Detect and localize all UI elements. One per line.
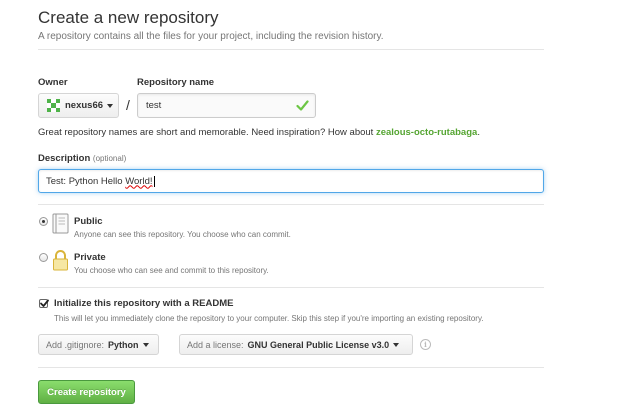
name-suggestion-link[interactable]: zealous-octo-rutabaga bbox=[376, 127, 477, 138]
init-readme-note: This will let you immediately clone the … bbox=[54, 314, 484, 323]
repository-name-label: Repository name bbox=[137, 77, 215, 88]
gitignore-value: Python bbox=[108, 339, 139, 350]
divider-bottom bbox=[38, 367, 544, 368]
public-radio[interactable] bbox=[39, 217, 48, 226]
divider-lower bbox=[38, 287, 544, 288]
page-subtitle: A repository contains all the files for … bbox=[38, 31, 384, 42]
private-option-note: You choose who can see and commit to thi… bbox=[74, 266, 269, 275]
info-icon[interactable]: i bbox=[420, 339, 431, 350]
description-label-text: Description bbox=[38, 153, 91, 164]
checkmark-icon bbox=[40, 299, 49, 307]
create-repository-button[interactable]: Create repository bbox=[38, 380, 135, 404]
owner-select-button[interactable]: nexus66 bbox=[38, 93, 119, 118]
description-input[interactable]: Test: Python Hello World! bbox=[38, 169, 544, 193]
chevron-down-icon bbox=[107, 103, 114, 108]
divider-top bbox=[38, 49, 544, 50]
description-label: Description (optional) bbox=[38, 153, 126, 164]
chevron-down-icon bbox=[142, 342, 149, 347]
owner-label: Owner bbox=[38, 77, 68, 88]
text-cursor bbox=[153, 175, 155, 187]
description-optional-tag: (optional) bbox=[92, 154, 127, 163]
public-option-note: Anyone can see this repository. You choo… bbox=[74, 230, 291, 239]
public-option-title[interactable]: Public bbox=[74, 216, 103, 227]
name-hint: Great repository names are short and mem… bbox=[38, 127, 480, 138]
name-hint-text: Great repository names are short and mem… bbox=[38, 127, 376, 138]
description-misspelled-word: World! bbox=[125, 175, 153, 187]
license-select-button[interactable]: Add a license: GNU General Public Licens… bbox=[179, 334, 413, 355]
chevron-down-icon bbox=[393, 342, 400, 347]
description-value: Test: Python Hello bbox=[46, 175, 126, 187]
gitignore-select-button[interactable]: Add .gitignore: Python bbox=[38, 334, 159, 355]
repository-name-input[interactable]: test bbox=[137, 93, 316, 118]
lock-icon bbox=[53, 250, 68, 271]
license-value: GNU General Public License v3.0 bbox=[247, 339, 390, 350]
repo-book-icon bbox=[52, 213, 69, 234]
owner-repo-separator: / bbox=[126, 97, 130, 113]
check-icon bbox=[296, 100, 309, 111]
license-prefix: Add a license: bbox=[187, 339, 244, 350]
page-title: Create a new repository bbox=[38, 8, 219, 27]
private-option-title[interactable]: Private bbox=[74, 252, 106, 263]
divider-middle bbox=[38, 204, 544, 205]
identicon-avatar-icon bbox=[47, 99, 60, 112]
gitignore-prefix: Add .gitignore: bbox=[46, 339, 105, 350]
private-radio[interactable] bbox=[39, 253, 48, 262]
init-readme-label[interactable]: Initialize this repository with a README bbox=[54, 298, 233, 309]
init-readme-checkbox[interactable] bbox=[39, 299, 49, 308]
repository-name-value: test bbox=[146, 100, 162, 111]
owner-name: nexus66 bbox=[65, 100, 104, 111]
name-hint-suffix: . bbox=[477, 127, 480, 138]
